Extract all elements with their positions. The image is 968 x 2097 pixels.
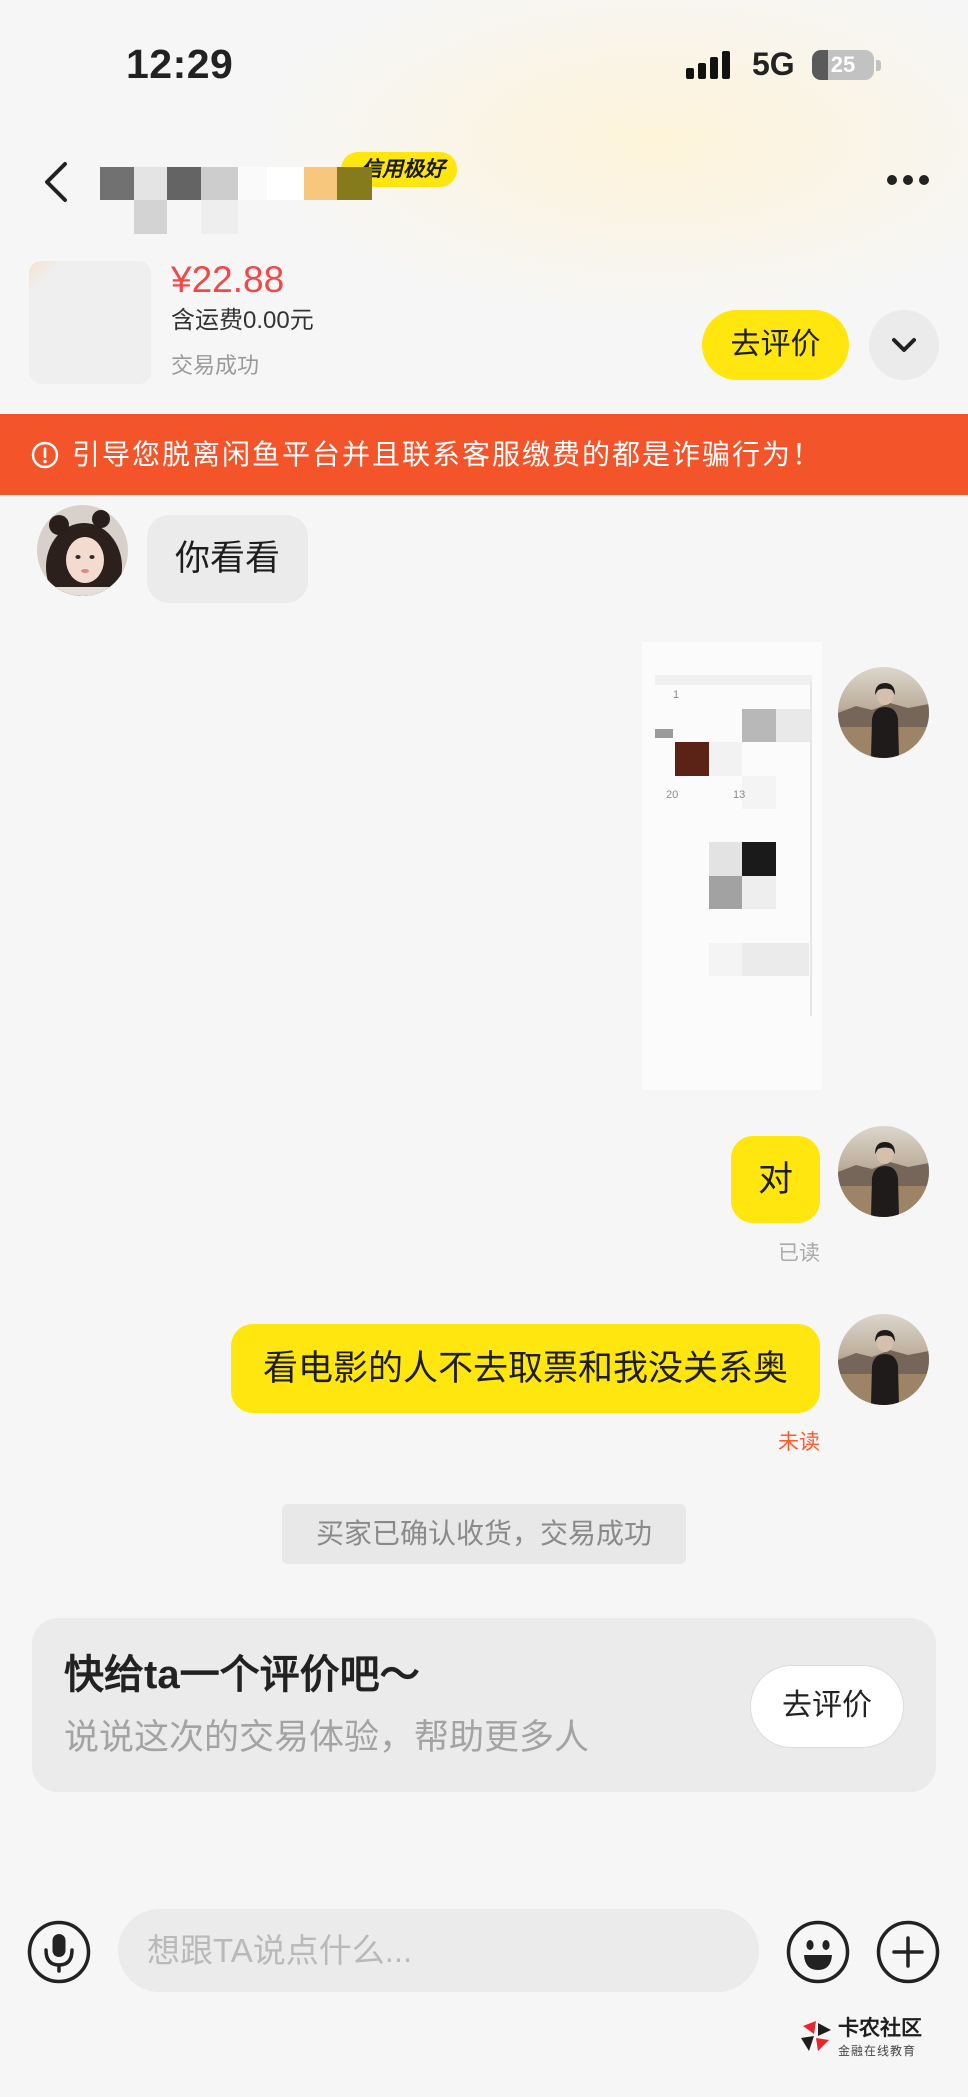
name-mosaic-block xyxy=(134,200,167,234)
read-receipt: 已读 xyxy=(778,1242,820,1265)
status-time: 12:29 xyxy=(126,41,234,87)
trade-status: 交易成功 xyxy=(171,353,260,378)
fraud-warning-banner: 引导您脱离闲鱼平台并且联系客服缴费的都是诈骗行为！ xyxy=(0,414,968,495)
name-mosaic-block xyxy=(100,167,134,200)
mosaic-block xyxy=(655,729,673,738)
mosaic-block xyxy=(742,842,776,876)
message-bubble: 看电影的人不去取票和我没关系奥 xyxy=(230,1324,820,1413)
image-label: 1 xyxy=(673,689,680,701)
voice-button[interactable] xyxy=(27,1920,91,1984)
name-mosaic-block xyxy=(304,167,337,200)
mosaic-block xyxy=(742,876,776,909)
mosaic-block xyxy=(709,842,742,876)
chat-screen: 12:29 5G 25 信用极好 ¥22.88 含运费0.00元 交易成功 去评… xyxy=(0,0,968,2097)
review-prompt-card: 快给ta一个评价吧～ 说说这次的交易体验，帮助更多人 去评价 xyxy=(32,1618,936,1792)
name-mosaic-block xyxy=(337,167,372,200)
message-bubble: 你看看 xyxy=(147,515,309,603)
image-message[interactable]: 1 20 13 xyxy=(642,642,822,1090)
mosaic-block xyxy=(709,876,742,909)
plus-circle-icon xyxy=(876,1920,940,1984)
avatar-image xyxy=(838,667,929,758)
product-price: ¥22.88 xyxy=(171,259,285,300)
name-mosaic-block xyxy=(201,200,238,234)
name-mosaic-block xyxy=(238,167,267,200)
mosaic-block xyxy=(655,675,812,685)
chevron-down-icon xyxy=(892,338,916,352)
battery-percent: 25 xyxy=(830,52,856,77)
name-mosaic-block xyxy=(134,167,167,200)
avatar-image xyxy=(37,505,128,596)
message-text: 对 xyxy=(757,1160,793,1199)
message-input[interactable] xyxy=(118,1909,759,1992)
message-text: 你看看 xyxy=(175,539,281,578)
battery-icon: 25 xyxy=(812,50,874,80)
message-text: 看电影的人不去取票和我没关系奥 xyxy=(262,1349,788,1388)
shipping-fee: 含运费0.00元 xyxy=(171,307,314,334)
image-label: 13 xyxy=(733,789,746,801)
avatar-image xyxy=(838,1126,929,1217)
watermark: 卡农社区 金融在线教育 xyxy=(800,2016,940,2064)
review-button[interactable]: 去评价 xyxy=(702,310,849,380)
more-dots-icon xyxy=(887,175,929,185)
mosaic-block xyxy=(776,709,810,742)
name-mosaic-block xyxy=(167,167,201,200)
self-avatar[interactable] xyxy=(838,1314,929,1405)
mosaic-block xyxy=(742,776,776,809)
mosaic-block xyxy=(709,943,742,976)
product-thumbnail[interactable] xyxy=(29,261,151,384)
alert-circle-icon xyxy=(31,441,59,469)
name-mosaic-block xyxy=(267,167,304,200)
battery-cap xyxy=(876,60,881,71)
network-type: 5G xyxy=(752,46,795,82)
more-button[interactable] xyxy=(878,166,938,194)
other-avatar[interactable] xyxy=(37,505,128,596)
microphone-icon xyxy=(27,1920,91,1984)
chevron-left-icon xyxy=(45,162,67,202)
review-card-subtitle: 说说这次的交易体验，帮助更多人 xyxy=(64,1718,590,1757)
watermark-name: 卡农社区 xyxy=(838,2017,922,2040)
image-border-line xyxy=(810,682,812,1016)
warning-text: 引导您脱离闲鱼平台并且联系客服缴费的都是诈骗行为！ xyxy=(72,439,823,470)
self-avatar[interactable] xyxy=(838,667,929,758)
avatar-image xyxy=(838,1314,929,1405)
system-notice: 买家已确认收货，交易成功 xyxy=(281,1504,687,1564)
name-mosaic-block xyxy=(201,167,238,200)
expand-button[interactable] xyxy=(869,310,939,380)
mosaic-block xyxy=(742,709,776,742)
mosaic-block xyxy=(675,742,709,776)
review-card-button[interactable]: 去评价 xyxy=(750,1665,904,1748)
emoji-button[interactable] xyxy=(786,1920,850,1984)
mosaic-block xyxy=(709,742,742,776)
image-label: 20 xyxy=(666,789,679,801)
add-button[interactable] xyxy=(876,1920,940,1984)
review-card-title: 快给ta一个评价吧～ xyxy=(64,1653,420,1697)
watermark-tagline: 金融在线教育 xyxy=(838,2044,917,2058)
cellular-signal-icon xyxy=(686,51,730,79)
self-avatar[interactable] xyxy=(838,1126,929,1217)
contact-name[interactable]: 信用极好 xyxy=(100,151,460,235)
smiley-icon xyxy=(786,1920,850,1984)
message-bubble: 对 xyxy=(730,1136,820,1223)
mosaic-block xyxy=(742,943,809,976)
back-button[interactable] xyxy=(34,156,78,208)
unread-receipt: 未读 xyxy=(778,1431,820,1454)
kanong-logo-icon xyxy=(801,2021,831,2051)
